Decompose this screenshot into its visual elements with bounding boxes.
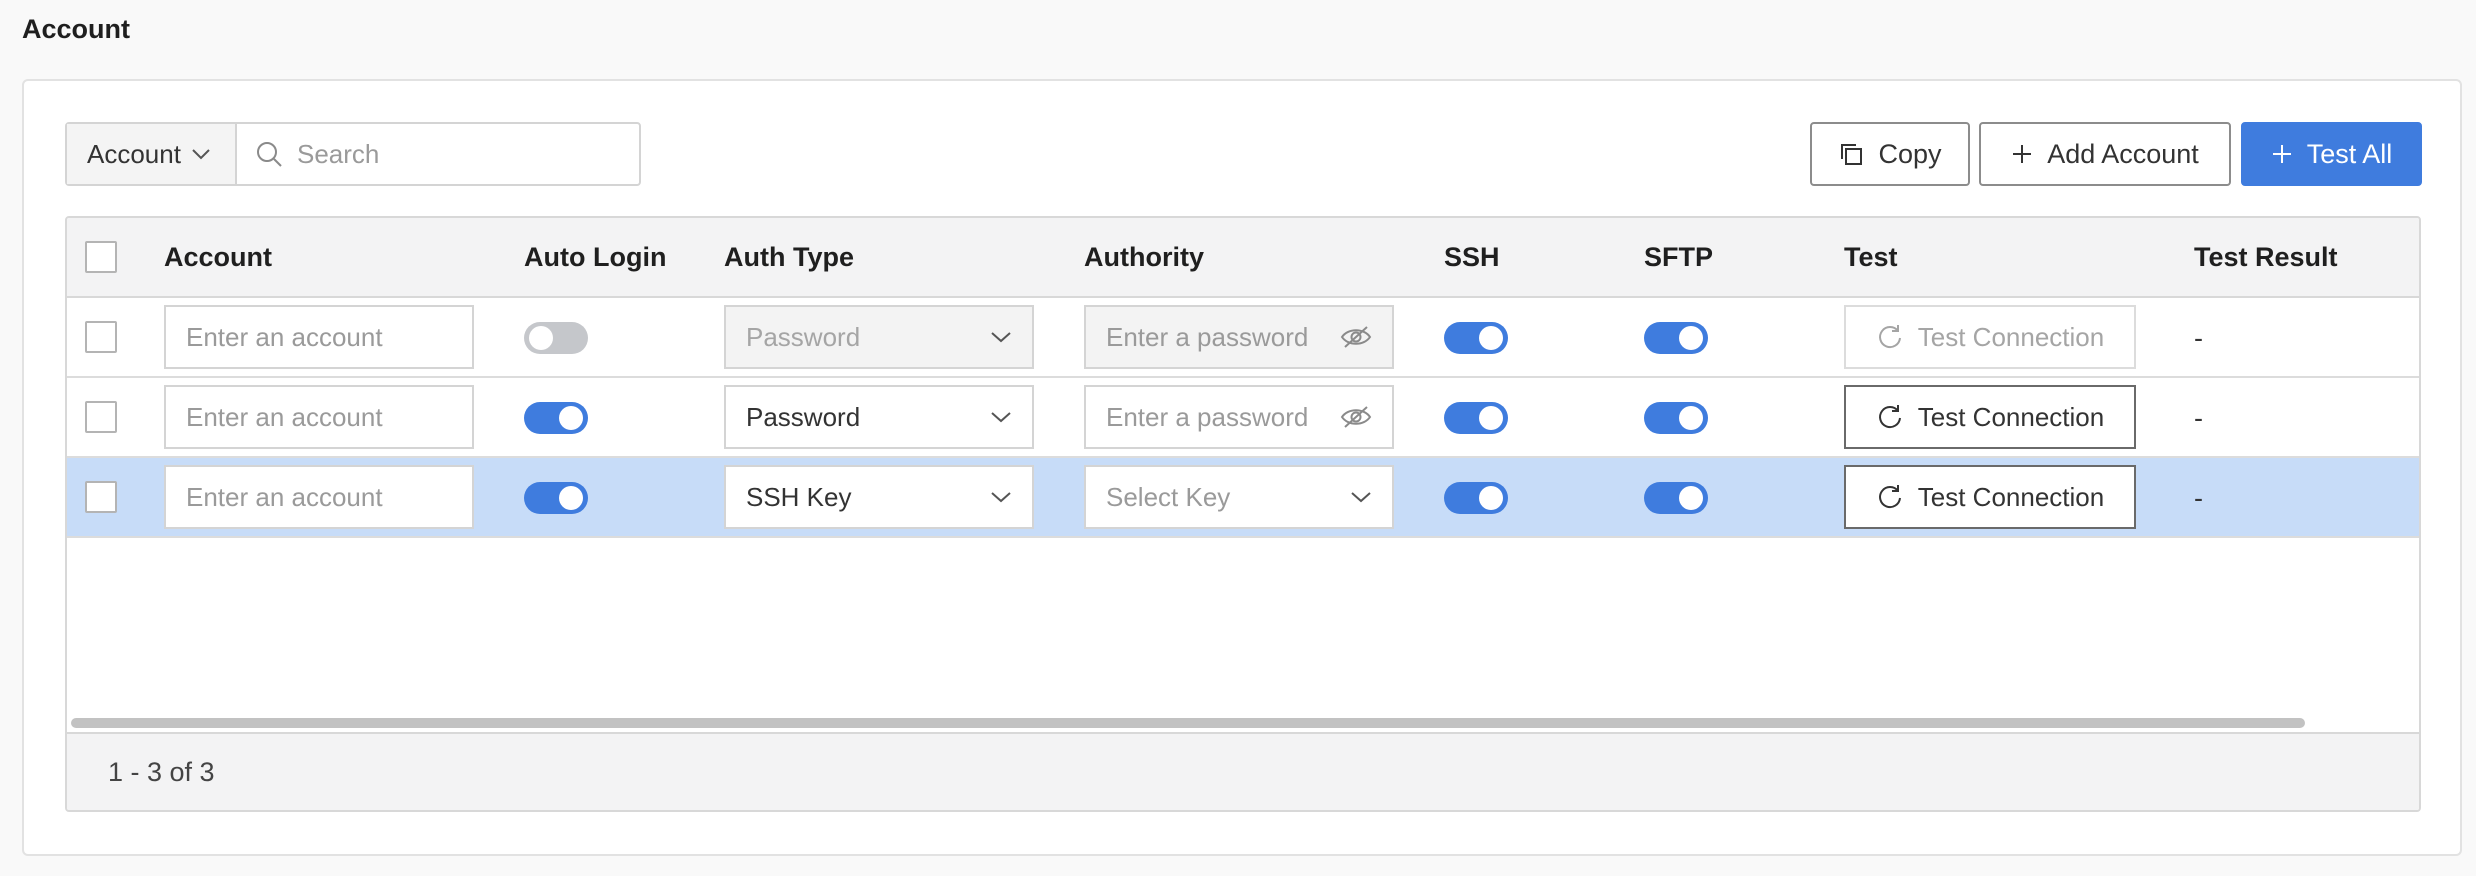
chevron-down-icon	[990, 411, 1012, 423]
auto-login-toggle[interactable]	[524, 402, 588, 434]
table-row[interactable]: Enter an account Password Enter a password…	[67, 298, 2419, 378]
chevron-down-icon	[990, 491, 1012, 503]
copy-icon	[1838, 141, 1864, 167]
auto-login-toggle[interactable]	[524, 322, 588, 354]
test-result: -	[2194, 403, 2203, 433]
search-box[interactable]	[237, 124, 639, 184]
row-checkbox[interactable]	[85, 321, 117, 353]
eye-off-icon[interactable]	[1340, 404, 1372, 430]
test-connection-button[interactable]: Test Connection	[1844, 385, 2136, 449]
pagination-summary: 1 - 3 of 3	[108, 757, 215, 787]
account-panel: Account Copy Add Account Test All	[22, 79, 2462, 856]
table-footer: 1 - 3 of 3	[67, 732, 2419, 810]
column-header-auto-login: Auto Login	[524, 242, 667, 272]
search-field-label: Account	[87, 138, 181, 169]
sftp-toggle[interactable]	[1644, 482, 1708, 514]
test-all-button[interactable]: Test All	[2241, 122, 2422, 186]
accounts-table: Account Auto Login Auth Type Authority S…	[65, 216, 2421, 812]
eye-off-icon[interactable]	[1340, 324, 1372, 350]
test-connection-label: Test Connection	[1917, 401, 2105, 432]
select-all-checkbox[interactable]	[85, 241, 117, 273]
add-account-label: Add Account	[2047, 138, 2199, 169]
column-header-account: Account	[164, 242, 272, 272]
chevron-down-icon	[1350, 491, 1372, 503]
auth-type-value: Password	[746, 401, 861, 432]
column-header-test-result: Test Result	[2194, 242, 2338, 272]
test-connection-button: Test Connection	[1844, 305, 2136, 369]
authority-placeholder: Select Key	[1106, 481, 1231, 512]
test-all-label: Test All	[2306, 138, 2393, 169]
ssh-toggle[interactable]	[1444, 322, 1508, 354]
authority-placeholder: Enter a password	[1106, 321, 1309, 352]
ssh-toggle[interactable]	[1444, 482, 1508, 514]
search-input[interactable]	[295, 137, 639, 171]
toggle-knob	[1679, 486, 1703, 510]
auth-type-value: SSH Key	[746, 481, 852, 512]
row-checkbox[interactable]	[85, 401, 117, 433]
toggle-knob	[1479, 406, 1503, 430]
auth-type-value: Password	[746, 321, 861, 352]
authority-placeholder: Enter a password	[1106, 401, 1309, 432]
column-header-auth-type: Auth Type	[724, 242, 854, 272]
test-connection-label: Test Connection	[1917, 481, 2105, 512]
column-header-ssh: SSH	[1444, 242, 1500, 272]
column-header-sftp: SFTP	[1644, 242, 1714, 272]
chevron-down-icon	[990, 331, 1012, 343]
refresh-icon	[1876, 483, 1904, 511]
toggle-knob	[529, 326, 553, 350]
row-checkbox[interactable]	[85, 481, 117, 513]
toggle-knob	[1479, 326, 1503, 350]
add-account-button[interactable]: Add Account	[1979, 122, 2231, 186]
auth-type-select[interactable]: Password	[724, 385, 1034, 449]
plus-icon	[2271, 143, 2293, 165]
table-row[interactable]: Enter an account SSH Key Select Key Test Co…	[67, 458, 2419, 538]
table-header: Account Auto Login Auth Type Authority S…	[67, 218, 2419, 298]
auth-type-select[interactable]: SSH Key	[724, 465, 1034, 529]
password-input: Enter a password	[1084, 305, 1394, 369]
test-result: -	[2194, 323, 2203, 353]
test-result: -	[2194, 483, 2203, 513]
search-group: Account	[65, 122, 641, 186]
toggle-knob	[559, 406, 583, 430]
plus-icon	[2011, 143, 2033, 165]
account-input[interactable]: Enter an account	[164, 465, 474, 529]
toggle-knob	[1679, 406, 1703, 430]
refresh-icon	[1876, 403, 1904, 431]
sftp-toggle[interactable]	[1644, 322, 1708, 354]
toggle-knob	[1479, 486, 1503, 510]
test-connection-label: Test Connection	[1917, 321, 2105, 352]
column-header-authority: Authority	[1084, 242, 1204, 272]
account-input[interactable]: Enter an account	[164, 385, 474, 449]
horizontal-scrollbar[interactable]	[71, 718, 2305, 728]
toggle-knob	[1679, 326, 1703, 350]
account-input[interactable]: Enter an account	[164, 305, 474, 369]
ssh-toggle[interactable]	[1444, 402, 1508, 434]
search-field-select[interactable]: Account	[67, 124, 237, 184]
key-select[interactable]: Select Key	[1084, 465, 1394, 529]
page-title: Account	[22, 14, 130, 44]
password-input[interactable]: Enter a password	[1084, 385, 1394, 449]
search-icon	[255, 140, 283, 168]
toggle-knob	[559, 486, 583, 510]
auth-type-select: Password	[724, 305, 1034, 369]
auto-login-toggle[interactable]	[524, 482, 588, 514]
table-row[interactable]: Enter an account Password Enter a password…	[67, 378, 2419, 458]
copy-button[interactable]: Copy	[1810, 122, 1970, 186]
copy-button-label: Copy	[1878, 138, 1942, 169]
column-header-test: Test	[1844, 242, 1898, 272]
sftp-toggle[interactable]	[1644, 402, 1708, 434]
test-connection-button[interactable]: Test Connection	[1844, 465, 2136, 529]
account-input-placeholder: Enter an account	[186, 401, 383, 432]
chevron-down-icon	[191, 148, 211, 160]
account-input-placeholder: Enter an account	[186, 321, 383, 352]
refresh-icon	[1876, 323, 1904, 351]
account-input-placeholder: Enter an account	[186, 481, 383, 512]
